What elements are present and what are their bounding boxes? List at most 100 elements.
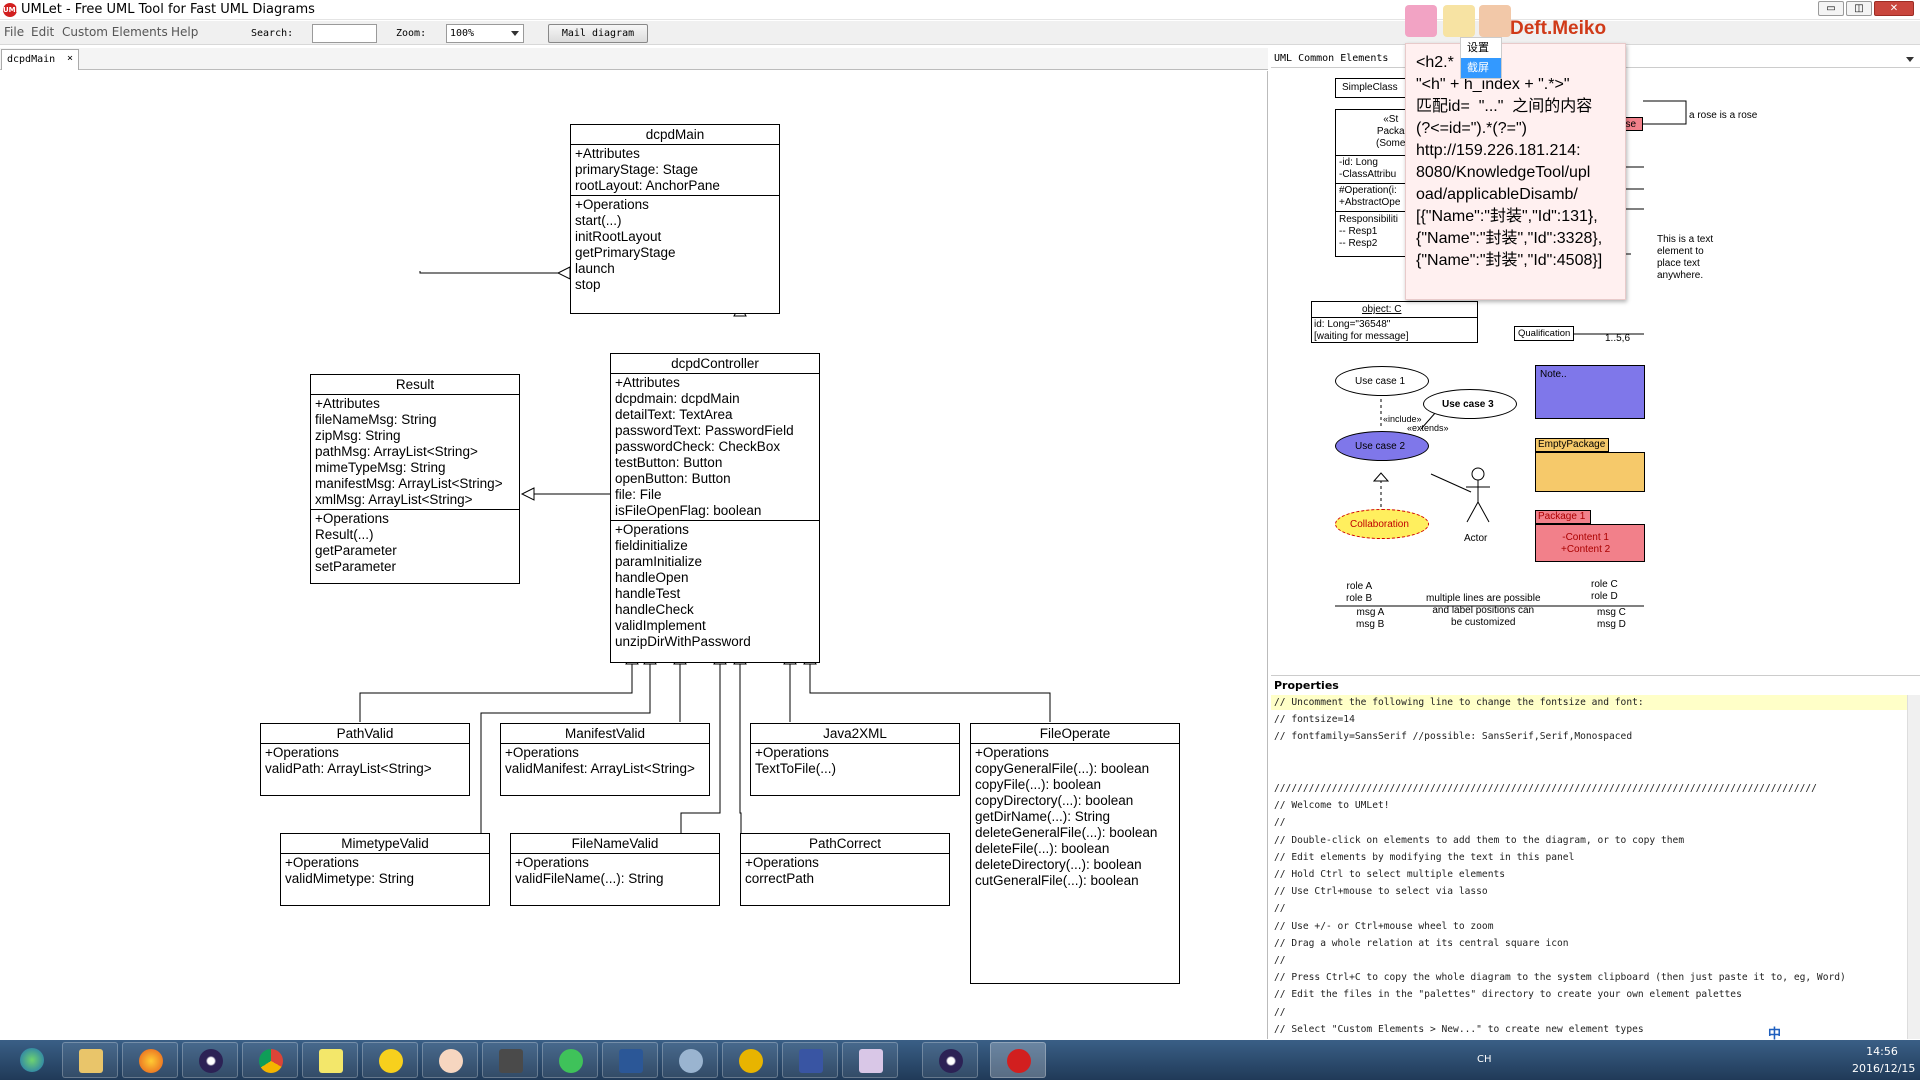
class-pathvalid[interactable]: PathValid +Operations validPath: ArrayLi… <box>260 723 470 796</box>
taskbar-explorer[interactable] <box>62 1042 118 1078</box>
properties-line: // Use +/- or Ctrl+mouse wheel to zoom <box>1274 920 1494 932</box>
properties-editor[interactable]: // Uncomment the following line to chang… <box>1271 695 1907 1039</box>
pet-cat-icon[interactable] <box>1405 5 1437 37</box>
palette-label: object: C <box>1362 304 1402 315</box>
class-operations: +Operations copyGeneralFile(...): boolea… <box>975 745 1158 888</box>
relation-pathcorrect <box>739 663 742 833</box>
menu-help[interactable]: Help <box>171 25 198 39</box>
class-title: dcpdController <box>611 354 819 374</box>
taskbar-sogou[interactable] <box>542 1042 598 1078</box>
palette-collaboration[interactable]: Collaboration <box>1335 509 1429 539</box>
diagram-tabstrip: dcpdMain × <box>0 48 1268 70</box>
class-java2xml[interactable]: Java2XML +Operations TextToFile(...) <box>750 723 960 796</box>
eclipse-icon <box>199 1049 223 1073</box>
actor-icon[interactable] <box>1463 467 1493 527</box>
menu-custom-elements[interactable]: Custom Elements <box>62 25 168 39</box>
palette-label: -Content 1 +Content 2 <box>1561 532 1611 555</box>
close-window-button[interactable]: ✕ <box>1874 1 1914 16</box>
palette-usecase-3[interactable]: Use case 3 <box>1423 389 1517 419</box>
class-operations: +Operations validFileName(...): String <box>515 855 664 886</box>
palette-package1[interactable]: -Content 1 +Content 2 <box>1535 524 1645 562</box>
taskbar-eclipse[interactable] <box>182 1042 238 1078</box>
sublime-icon <box>499 1049 523 1073</box>
menu-bar: File Edit Custom Elements Help Search: Z… <box>0 21 1920 45</box>
palette-text-element[interactable]: This is a text element to place text any… <box>1657 234 1713 282</box>
search-label: Search: <box>251 28 294 39</box>
class-filenamevalid[interactable]: FileNameValid +Operations validFileName(… <box>510 833 720 906</box>
properties-line: // Press Ctrl+C to copy the whole diagra… <box>1274 972 1846 984</box>
palette-emptypackage-tab[interactable]: EmptyPackage <box>1535 438 1609 452</box>
taskbar-sublime[interactable] <box>482 1042 538 1078</box>
chevron-down-icon <box>511 31 519 36</box>
deft-meiko-logo: Deft.Meiko <box>1510 18 1607 39</box>
palette-label: msg A msg B <box>1356 607 1385 630</box>
palette-label: multiple lines are possible and label po… <box>1426 593 1541 628</box>
diagram-canvas[interactable]: dcpdMain +Attributes primaryStage: Stage… <box>0 71 1268 1039</box>
pet-girl-icon[interactable] <box>1479 5 1511 37</box>
taskbar-umlet[interactable] <box>990 1042 1046 1078</box>
class-operations: +Operations Result(...) getParameter set… <box>311 509 519 576</box>
class-operations: +Operations validManifest: ArrayList<Str… <box>505 745 695 776</box>
menu-item-settings[interactable]: 设置 <box>1461 38 1501 58</box>
palette-label: Use case 3 <box>1442 399 1494 410</box>
taskbar-firefox[interactable] <box>122 1042 178 1078</box>
visio-icon <box>799 1049 823 1073</box>
search-input[interactable] <box>312 24 377 43</box>
tab-dcpdmain[interactable]: dcpdMain × <box>1 49 79 70</box>
class-dcpdmain[interactable]: dcpdMain +Attributes primaryStage: Stage… <box>570 124 780 314</box>
language-indicator[interactable]: CH <box>1477 1054 1492 1065</box>
class-result[interactable]: Result +Attributes fileNameMsg: String z… <box>310 374 520 584</box>
zoom-select[interactable]: 100% <box>446 24 524 43</box>
palette-label: role A role B <box>1346 581 1373 604</box>
properties-line: // Select "Custom Elements > New..." to … <box>1274 1023 1644 1035</box>
class-attributes: +Attributes dcpdmain: dcpdMain detailTex… <box>615 375 794 518</box>
menu-item-screenshot[interactable]: 截屏 <box>1461 58 1501 78</box>
taskbar-eclipse-2[interactable] <box>922 1042 978 1078</box>
minimize-button[interactable]: ▭ <box>1818 1 1844 16</box>
taskbar-chrome[interactable] <box>242 1042 298 1078</box>
class-operations: +Operations TextToFile(...) <box>755 745 837 776</box>
palette-qualification[interactable]: Qualification <box>1514 326 1574 341</box>
taskbar-visio[interactable] <box>782 1042 838 1078</box>
menu-edit[interactable]: Edit <box>31 25 54 39</box>
palette-label: msg C msg D <box>1597 607 1626 630</box>
class-fileoperate[interactable]: FileOperate +Operations copyGeneralFile(… <box>970 723 1180 984</box>
taskbar-pet[interactable] <box>422 1042 478 1078</box>
title-bar: UML UMLet - Free UML Tool for Fast UML D… <box>0 0 1920 20</box>
class-attributes: +Attributes primaryStage: Stage rootLayo… <box>575 146 720 193</box>
menu-file[interactable]: File <box>4 25 24 39</box>
ime-indicator[interactable]: 中 <box>1768 1023 1781 1042</box>
properties-line: // <box>1274 903 1286 915</box>
class-dcpdcontroller[interactable]: dcpdController +Attributes dcpdmain: dcp… <box>610 353 820 663</box>
taskbar-network[interactable] <box>662 1042 718 1078</box>
class-operations: +Operations correctPath <box>745 855 819 886</box>
arrowhead-icon <box>556 266 571 280</box>
palette-usecase-1[interactable]: Use case 1 <box>1335 366 1429 396</box>
palette-usecase-2[interactable]: Use case 2 <box>1335 431 1429 461</box>
tab-close-icon[interactable]: × <box>67 53 73 64</box>
properties-scrollbar[interactable] <box>1907 695 1920 1039</box>
system-clock[interactable]: 14:56 2016/12/15 <box>1852 1043 1915 1077</box>
taskbar-image[interactable] <box>842 1042 898 1078</box>
class-mimetypevalid[interactable]: MimetypeValid +Operations validMimetype:… <box>280 833 490 906</box>
mail-diagram-button[interactable]: Mail diagram <box>548 24 648 43</box>
pet-bear-icon[interactable] <box>1443 5 1475 37</box>
notes-icon <box>319 1049 343 1073</box>
class-manifestvalid[interactable]: ManifestValid +Operations validManifest:… <box>500 723 710 796</box>
taskbar-sticky-notes[interactable] <box>302 1042 358 1078</box>
taskbar-music[interactable] <box>362 1042 418 1078</box>
palette-note[interactable]: Note.. <box>1535 365 1645 419</box>
palette-emptypackage[interactable] <box>1535 452 1645 492</box>
maximize-button[interactable]: ◫ <box>1846 1 1872 16</box>
sticky-note-popup[interactable]: <h2.* "<h" + h_index + ".*>" 匹配id= "..."… <box>1405 43 1626 300</box>
palette-object[interactable]: object: C id: Long="36548" [waiting for … <box>1311 301 1478 343</box>
class-title: dcpdMain <box>571 125 779 145</box>
properties-line: // Drag a whole relation at its central … <box>1274 937 1569 949</box>
class-title: Java2XML <box>751 724 959 744</box>
taskbar-ultraedit[interactable] <box>722 1042 778 1078</box>
palette-package1-tab[interactable]: Package 1 <box>1535 510 1591 524</box>
start-button[interactable] <box>4 1042 60 1078</box>
class-pathcorrect[interactable]: PathCorrect +Operations correctPath <box>740 833 950 906</box>
taskbar-word[interactable] <box>602 1042 658 1078</box>
properties-line: // <box>1274 955 1286 966</box>
